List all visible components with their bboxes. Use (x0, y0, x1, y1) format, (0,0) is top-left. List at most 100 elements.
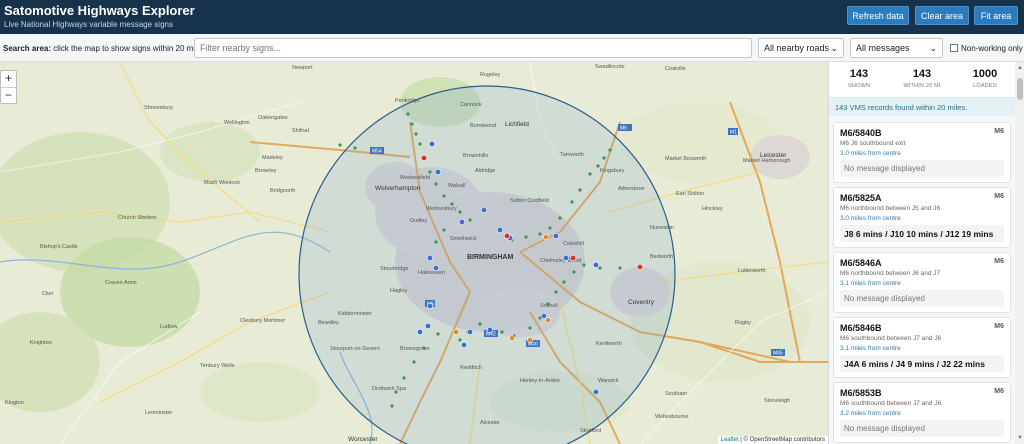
svg-text:Swadlincote: Swadlincote (595, 64, 625, 70)
stat-within: 143 WITHIN 20 MI (903, 68, 941, 89)
svg-text:Henley-in-Arden: Henley-in-Arden (520, 378, 560, 384)
svg-text:Leominster: Leominster (145, 410, 172, 416)
svg-text:Kingsbury: Kingsbury (600, 168, 625, 174)
search-area-label: Search area: click the map to show signs… (3, 44, 206, 53)
svg-text:Halesowen: Halesowen (418, 270, 445, 276)
scroll-up-icon[interactable]: ▲ (1017, 65, 1023, 71)
svg-text:Burntwood: Burntwood (470, 123, 496, 129)
vms-message: No message displayed (840, 160, 1004, 177)
nonworking-checkbox[interactable] (950, 44, 958, 52)
svg-text:Aldridge: Aldridge (475, 168, 495, 174)
leaflet-link[interactable]: Leaflet (721, 437, 739, 443)
svg-text:M45: M45 (773, 351, 783, 357)
vms-card[interactable]: M6/5840B M6 M6 J6 southbound exit 3.0 mile… (833, 122, 1011, 183)
svg-text:Hagley: Hagley (390, 288, 407, 294)
svg-text:Stratford: Stratford (580, 428, 601, 434)
chevron-down-icon: ⌄ (830, 43, 838, 53)
svg-text:Walsall: Walsall (448, 183, 466, 189)
label-birmingham: BIRMINGHAM (467, 254, 513, 261)
scroll-down-icon[interactable]: ▼ (1017, 435, 1023, 441)
results-sidebar: 143 SHOWN 143 WITHIN 20 MI 1000 LOADED 143 … (828, 62, 1024, 444)
svg-text:Kington: Kington (5, 400, 24, 406)
svg-text:Oakengates: Oakengates (258, 115, 288, 121)
svg-text:Atherstone: Atherstone (618, 186, 645, 192)
vms-message: J4A 6 mins / J4 9 mins / J2 22 mins (840, 355, 1004, 372)
refresh-data-button[interactable]: Refresh data (847, 6, 909, 25)
svg-text:Lichfield: Lichfield (505, 121, 529, 128)
app-title: Satomotive Highways Explorer (4, 3, 195, 18)
message-filter-select[interactable]: All messages ⌄ (850, 38, 943, 58)
svg-text:Penkridge: Penkridge (395, 98, 420, 104)
vms-card[interactable]: M6/5846B M6 M6 southbound between J7 and … (833, 317, 1011, 378)
svg-text:Stoneleigh: Stoneleigh (764, 398, 790, 404)
svg-text:Tamworth: Tamworth (560, 152, 584, 158)
svg-text:Nuneaton: Nuneaton (650, 225, 674, 231)
svg-text:Newport: Newport (292, 65, 313, 71)
chevron-down-icon: ⌄ (929, 43, 937, 53)
map-view[interactable]: Newport Rugeley Swadlincote Coalville Sh… (0, 62, 828, 444)
svg-text:Alcester: Alcester (480, 420, 500, 426)
svg-text:Rugby: Rugby (735, 320, 751, 326)
svg-text:Smethwick: Smethwick (450, 236, 477, 242)
vms-message: J8 6 mins / J10 10 mins / J12 19 mins (840, 225, 1004, 242)
svg-text:Kenilworth: Kenilworth (596, 341, 622, 347)
svg-text:Wednesfield: Wednesfield (400, 175, 430, 181)
svg-text:Stourport-on-Severn: Stourport-on-Severn (330, 346, 380, 352)
zoom-in-button[interactable]: + (1, 71, 16, 87)
svg-text:Southam: Southam (665, 391, 687, 397)
svg-text:Bridgnorth: Bridgnorth (270, 188, 295, 194)
vms-card[interactable]: M6/5853B M6 M6 southbound between J7 and … (833, 382, 1011, 443)
vms-message: No message displayed (840, 420, 1004, 437)
results-count-text: 143 VMS records found within 20 miles. (829, 98, 1015, 116)
svg-text:Redditch: Redditch (460, 365, 482, 371)
map-attribution: Leaflet | © OpenStreetMap contributors (717, 436, 828, 444)
scrollbar-thumb[interactable] (1017, 78, 1023, 100)
svg-text:Worcester: Worcester (348, 436, 378, 443)
svg-text:Warwick: Warwick (598, 378, 619, 384)
sidebar-scrollbar[interactable]: ▲ ▼ (1015, 62, 1024, 444)
svg-text:Knighton: Knighton (30, 340, 52, 346)
zoom-out-button[interactable]: − (1, 87, 16, 103)
svg-text:Wellesbourne: Wellesbourne (655, 414, 689, 420)
svg-text:M1: M1 (730, 130, 737, 136)
svg-text:Droitwich Spa: Droitwich Spa (372, 386, 407, 392)
vms-card[interactable]: M6/5825A M6 M6 northbound between J5 and … (833, 187, 1011, 248)
svg-text:Madeley: Madeley (262, 155, 283, 161)
svg-text:Kidderminster: Kidderminster (338, 311, 372, 317)
search-radius-circle (298, 85, 676, 444)
svg-text:M54: M54 (372, 149, 382, 155)
svg-text:Broseley: Broseley (255, 168, 277, 174)
filter-input[interactable] (194, 38, 752, 58)
fit-area-button[interactable]: Fit area (974, 6, 1018, 25)
svg-text:Shrewsbury: Shrewsbury (144, 105, 173, 111)
road-filter-select[interactable]: All nearby roads ⌄ (758, 38, 844, 58)
svg-text:Much Wenlock: Much Wenlock (204, 180, 240, 186)
svg-text:Brownhills: Brownhills (463, 153, 488, 159)
svg-text:Cleobury Mortimer: Cleobury Mortimer (240, 318, 285, 324)
svg-text:Church Stretton: Church Stretton (118, 215, 157, 221)
app-header: Satomotive Highways Explorer Live Nation… (0, 0, 1024, 34)
svg-text:Shifnal: Shifnal (292, 128, 309, 134)
svg-text:Coleshill: Coleshill (563, 241, 584, 247)
svg-text:Dudley: Dudley (410, 218, 427, 224)
vms-card[interactable]: M6/5846A M6 M6 northbound between J6 and … (833, 252, 1011, 313)
svg-text:Earl Shilton: Earl Shilton (676, 191, 704, 197)
map-canvas[interactable]: Newport Rugeley Swadlincote Coalville Sh… (0, 62, 828, 444)
svg-text:Bewdley: Bewdley (318, 320, 339, 326)
stat-shown: 143 SHOWN (847, 68, 871, 89)
svg-text:Coventry: Coventry (628, 299, 655, 306)
svg-text:Ludlow: Ludlow (160, 324, 177, 330)
svg-text:M6: M6 (620, 126, 627, 132)
stats-panel: 143 SHOWN 143 WITHIN 20 MI 1000 LOADED (829, 62, 1015, 98)
vms-message: No message displayed (840, 290, 1004, 307)
clear-area-button[interactable]: Clear area (915, 6, 969, 25)
svg-text:Wellington: Wellington (224, 120, 250, 126)
svg-text:Bedworth: Bedworth (650, 254, 673, 260)
nonworking-label: Non-working only (961, 44, 1023, 53)
svg-text:Wednesbury: Wednesbury (426, 206, 457, 212)
svg-text:Lutterworth: Lutterworth (738, 268, 766, 274)
svg-text:Craven Arms: Craven Arms (105, 280, 137, 286)
svg-text:Coalville: Coalville (665, 66, 686, 72)
svg-text:Stourbridge: Stourbridge (380, 266, 408, 272)
app-subtitle: Live National Highways variable message … (4, 20, 173, 29)
